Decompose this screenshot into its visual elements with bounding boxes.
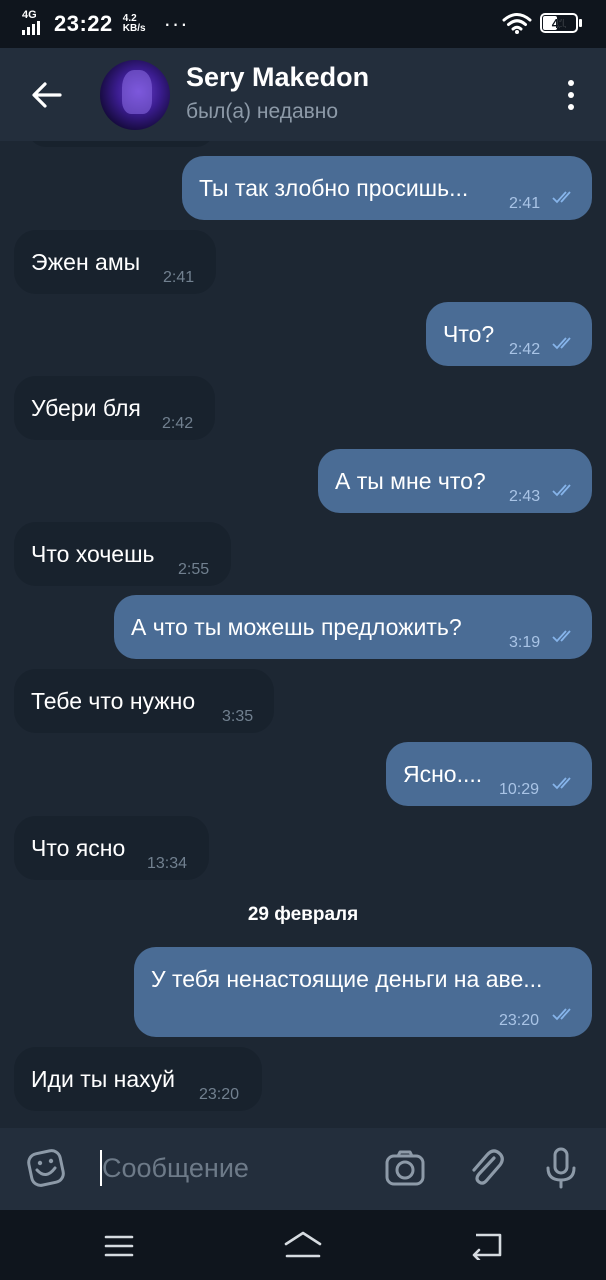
message-bubble-out[interactable]: У тебя ненастоящие деньги на аве... 23:2…: [134, 947, 592, 1037]
recent-apps-icon[interactable]: [104, 1234, 134, 1258]
message-time: 3:19: [509, 634, 541, 651]
message-text: Иди ты нахуй: [31, 1066, 175, 1092]
message-bubble-in[interactable]: Что ясно 13:34: [14, 816, 209, 880]
message-text: Что хочешь: [31, 541, 155, 567]
system-navigation-bar: [0, 1210, 606, 1280]
network-speed-unit: KB/s: [122, 23, 146, 34]
message-bubble-in[interactable]: Что хочешь 2:55: [14, 522, 231, 586]
chat-header: Sery Makedon был(а) недавно: [0, 48, 606, 141]
message-bubble-partial: [28, 141, 214, 147]
battery-indicator: 41: [540, 13, 582, 33]
message-text: Эжен амы: [31, 249, 141, 275]
battery-level: 41: [551, 15, 567, 31]
status-left: 4G 23:22 4.2 KB/s ···: [22, 9, 189, 37]
more-notifications-icon: ···: [163, 11, 189, 36]
back-nav-icon[interactable]: [470, 1230, 504, 1260]
message-time: 23:20: [199, 1086, 240, 1103]
sticker-emoji-icon[interactable]: [26, 1148, 66, 1188]
message-time: 2:42: [162, 415, 194, 432]
double-check-icon: [552, 484, 571, 497]
message-text: Убери бля: [31, 395, 141, 421]
message-time: 10:29: [499, 781, 540, 798]
message-composer: [0, 1128, 606, 1210]
message-time: 3:35: [222, 708, 254, 725]
avatar[interactable]: [100, 60, 170, 130]
status-right: 41: [502, 12, 582, 34]
message-time: 2:41: [509, 195, 541, 212]
message-time: 2:42: [509, 341, 541, 358]
message-text: Тебе что нужно: [31, 688, 196, 714]
message-time: 13:34: [147, 855, 188, 872]
camera-icon[interactable]: [384, 1148, 426, 1190]
message-bubble-out[interactable]: А что ты можешь предложить? 3:19: [114, 595, 592, 659]
message-bubble-out[interactable]: Ясно.... 10:29: [386, 742, 592, 806]
message-text: Ты так злобно просишь...: [199, 175, 469, 201]
contact-name[interactable]: Sery Makedon: [186, 62, 369, 93]
status-time: 23:22: [54, 11, 113, 36]
message-bubble-in[interactable]: Убери бля 2:42: [14, 376, 215, 440]
double-check-icon: [552, 337, 571, 350]
message-bubble-in[interactable]: Эжен амы 2:41: [14, 230, 216, 294]
double-check-icon: [552, 777, 571, 790]
wifi-icon: [502, 13, 532, 34]
message-list[interactable]: Ты так злобно просишь... 2:41 Эжен амы 2…: [0, 141, 606, 1128]
message-bubble-out[interactable]: Что? 2:42: [426, 302, 592, 366]
message-time: 23:20: [499, 1012, 540, 1029]
message-bubble-out[interactable]: А ты мне что? 2:43: [318, 449, 592, 513]
double-check-icon: [552, 1008, 571, 1021]
double-check-icon: [552, 191, 571, 204]
network-type: 4G: [22, 9, 37, 21]
cellular-signal-icon: 4G: [22, 9, 48, 37]
message-time: 2:43: [509, 488, 541, 505]
message-text: Что?: [443, 321, 495, 347]
contact-last-seen: был(а) недавно: [186, 100, 339, 123]
more-vertical-icon[interactable]: [566, 80, 576, 110]
message-text: Что ясно: [31, 835, 126, 861]
status-bar: 4G 23:22 4.2 KB/s ··· 41: [0, 0, 606, 48]
message-text: А ты мне что?: [335, 468, 486, 494]
message-text: А что ты можешь предложить?: [131, 614, 462, 640]
message-time: 2:55: [178, 561, 210, 578]
message-bubble-in[interactable]: Иди ты нахуй 23:20: [14, 1047, 262, 1111]
arrow-left-icon[interactable]: [30, 78, 64, 112]
message-bubble-out[interactable]: Ты так злобно просишь... 2:41: [182, 156, 592, 220]
message-bubble-in[interactable]: Тебе что нужно 3:35: [14, 669, 274, 733]
double-check-icon: [552, 630, 571, 643]
home-icon[interactable]: [282, 1228, 324, 1262]
message-time: 2:41: [163, 269, 195, 286]
message-input[interactable]: [102, 1148, 352, 1188]
message-text: Ясно....: [403, 761, 483, 787]
microphone-icon[interactable]: [544, 1146, 578, 1190]
date-separator: 29 февраля: [247, 904, 359, 925]
paperclip-icon[interactable]: [466, 1146, 506, 1190]
network-speed: 4.2 KB/s: [123, 14, 146, 34]
message-text: У тебя ненастоящие деньги на аве...: [151, 966, 543, 992]
